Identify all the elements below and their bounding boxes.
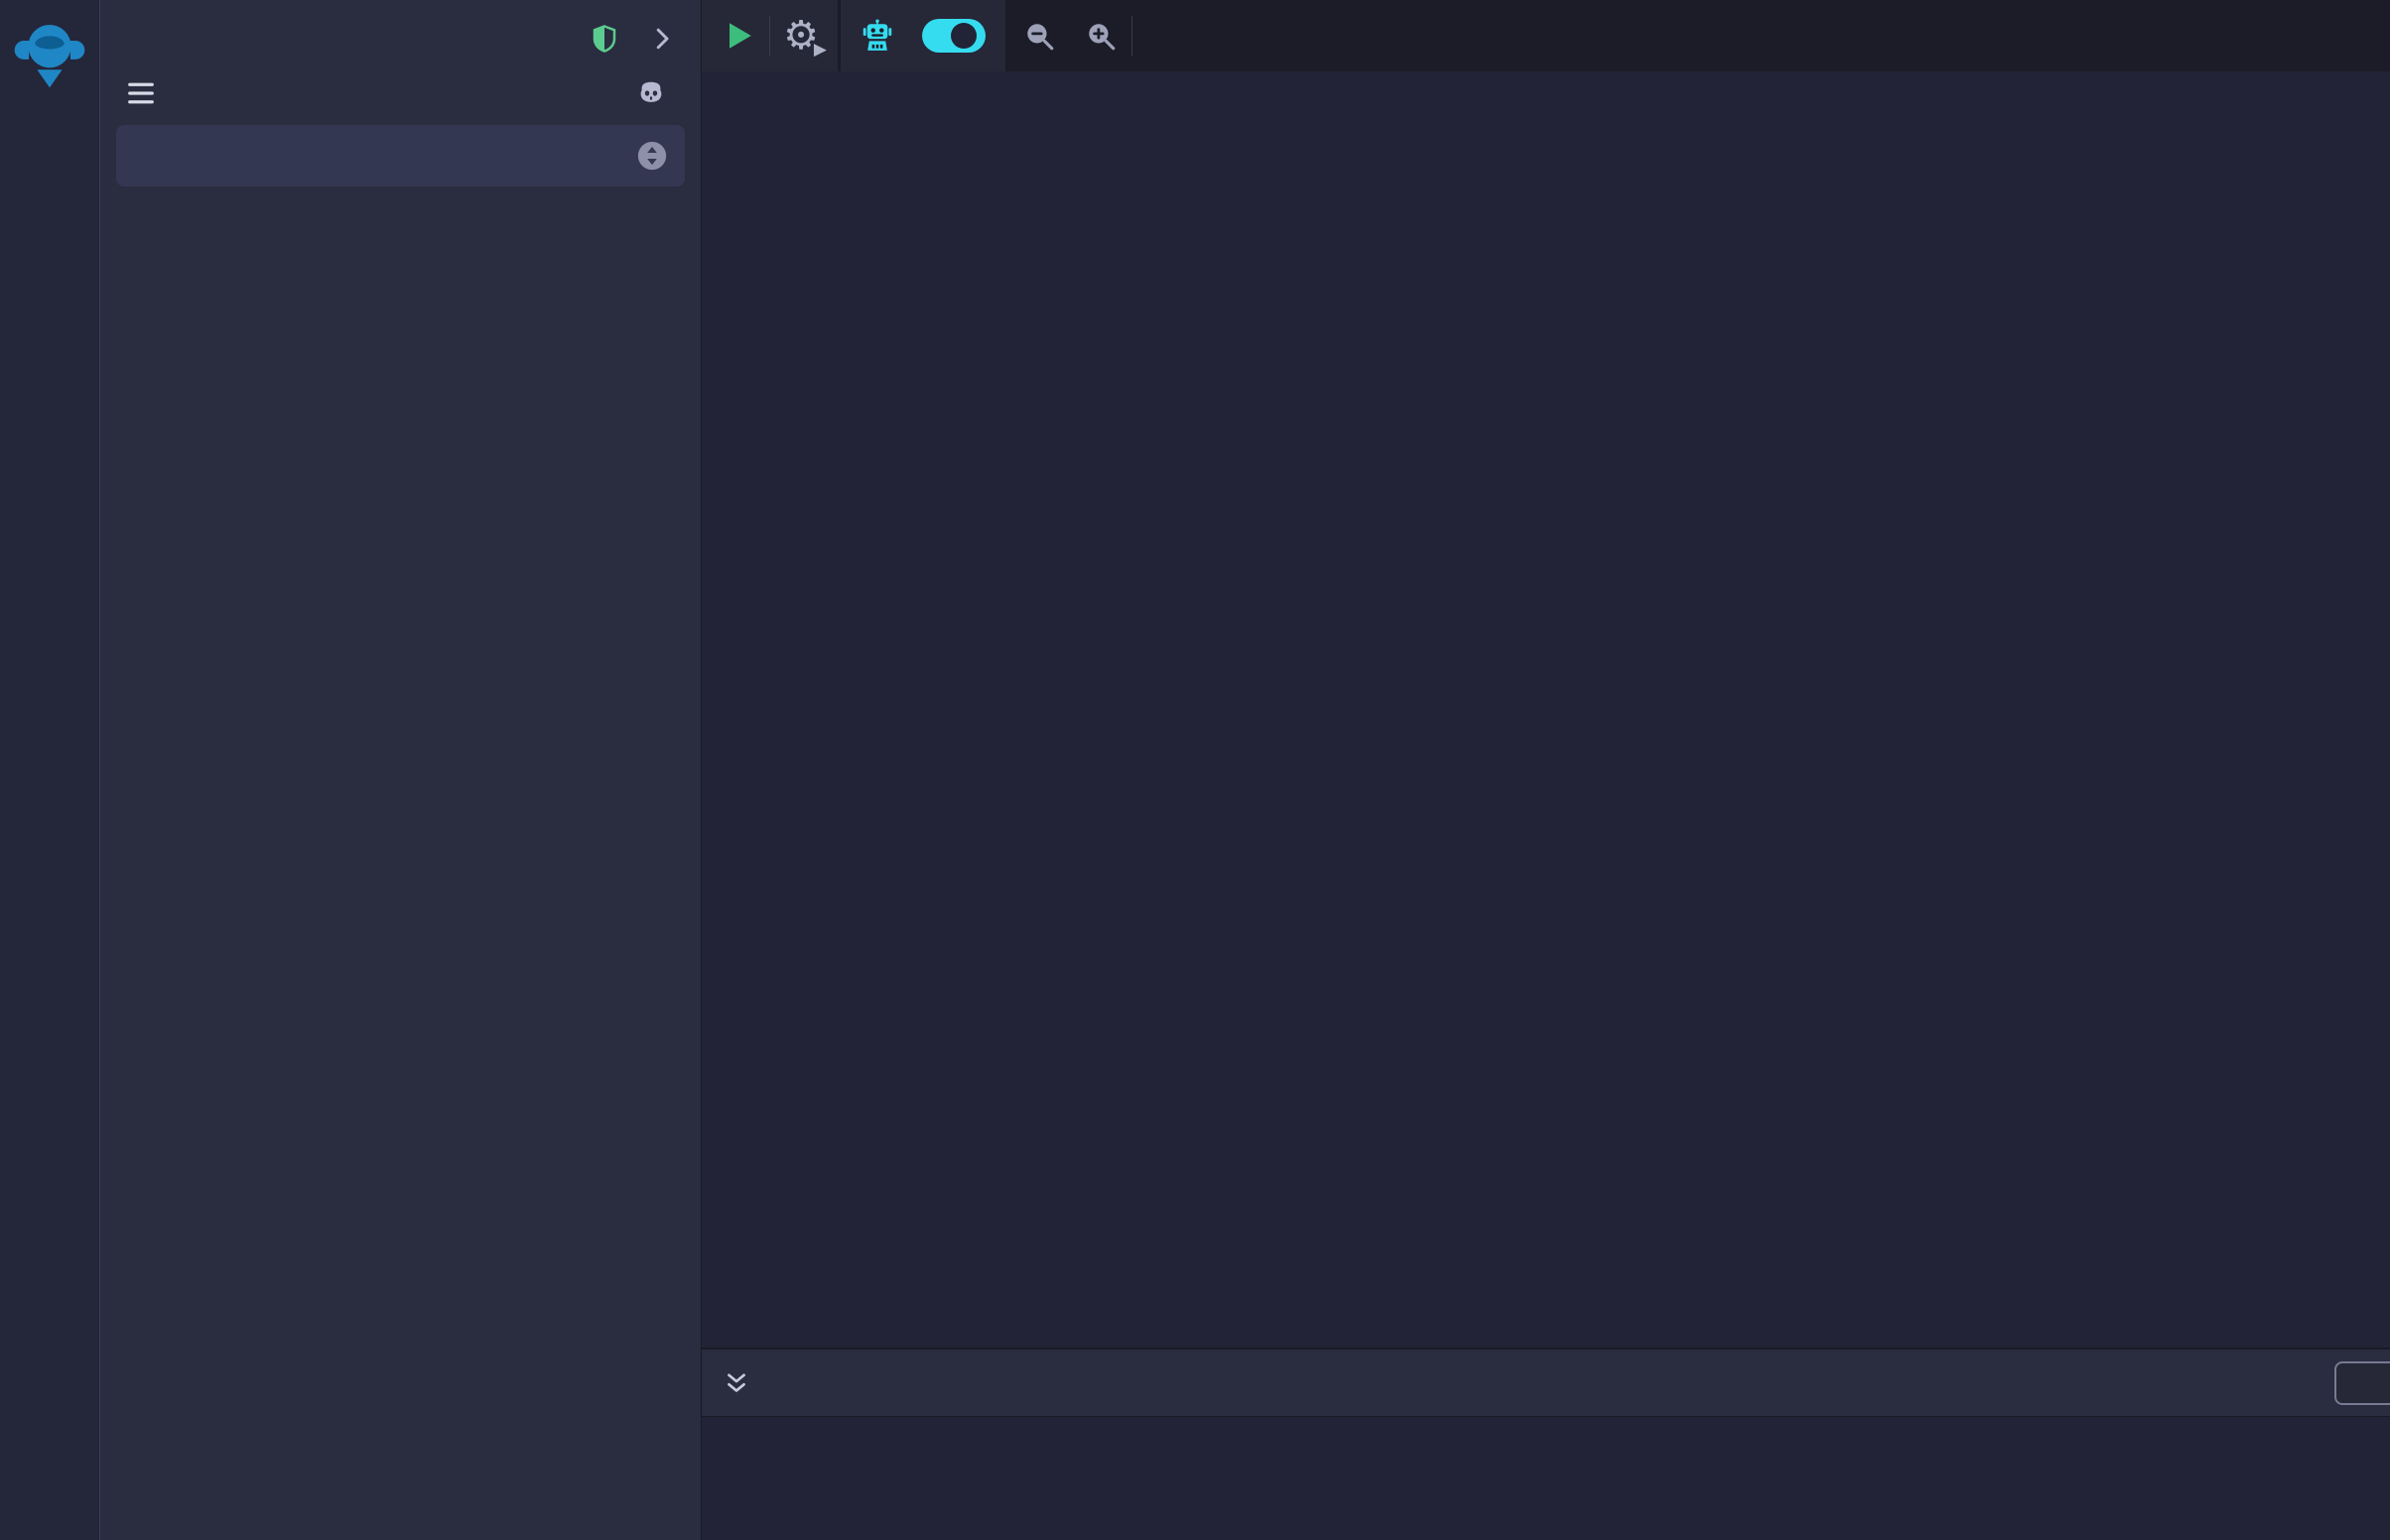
zoom-in-button[interactable] <box>1070 0 1131 71</box>
tab-strip <box>1132 0 2390 71</box>
icon-rail <box>0 0 100 1540</box>
remix-logo[interactable] <box>14 14 85 89</box>
workspace-select[interactable] <box>116 125 685 187</box>
workspace-select-arrows-icon <box>635 139 669 173</box>
workspaces-menu-icon[interactable] <box>126 80 156 106</box>
gear-icon: ⚙▶ <box>783 16 819 56</box>
remix-ai-assistant-button[interactable] <box>847 0 908 71</box>
terminal-search-input[interactable] <box>2334 1361 2390 1405</box>
editor-column: ⚙▶ <box>702 0 2390 1540</box>
workspaces-row <box>100 64 701 115</box>
terminal-expand-icon[interactable] <box>722 1368 751 1398</box>
mini-play-icon: ▶ <box>814 41 827 58</box>
zoom-out-button[interactable] <box>1008 0 1070 71</box>
run-script-button[interactable] <box>708 0 769 71</box>
shield-icon <box>590 24 619 54</box>
terminal-bar-right <box>2279 1361 2390 1405</box>
script-config-button[interactable]: ⚙▶ <box>770 0 832 71</box>
toggle-knob <box>951 23 977 49</box>
remix-ide-window: ⚙▶ <box>0 0 2390 1540</box>
ai-copilot-toggle[interactable] <box>922 19 986 53</box>
terminal-output[interactable] <box>702 1417 2390 1540</box>
editor-header-bar: ⚙▶ <box>702 0 2390 71</box>
terminal-bar[interactable] <box>702 1348 2390 1417</box>
code-editor[interactable] <box>702 71 2390 1348</box>
file-explorer-header <box>100 0 701 64</box>
robot-icon <box>859 17 896 55</box>
file-explorer-toolbar <box>100 192 701 228</box>
file-explorer-panel <box>100 0 702 1540</box>
collapse-panel-icon[interactable] <box>647 24 677 54</box>
github-sign-in-button[interactable] <box>635 79 677 107</box>
run-segment: ⚙▶ <box>702 0 838 71</box>
github-icon <box>635 79 667 107</box>
file-tree <box>100 228 701 1540</box>
ai-segment <box>841 0 1005 71</box>
